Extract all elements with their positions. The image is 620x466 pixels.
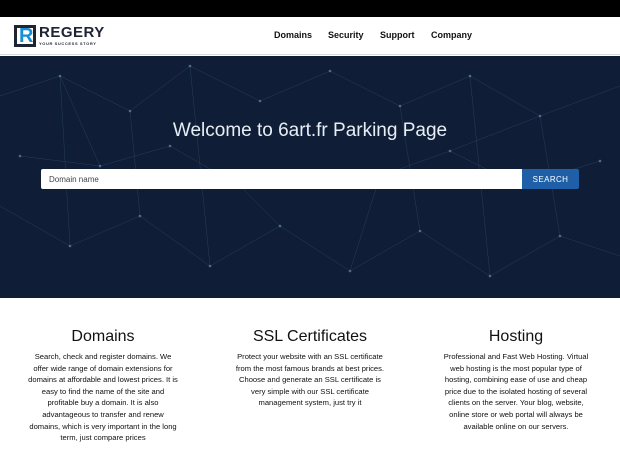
- feature-text: Protect your website with an SSL certifi…: [235, 352, 385, 408]
- features-section: Domains Search, check and register domai…: [0, 298, 620, 466]
- site-header: R REGERY YOUR SUCCESS STORY Domains Secu…: [0, 17, 620, 55]
- feature-hosting: Hosting Professional and Fast Web Hostin…: [441, 328, 591, 432]
- feature-title: Hosting: [488, 328, 544, 345]
- logo-icon: R: [14, 25, 36, 47]
- hero-section: Welcome to 6art.fr Parking Page SEARCH: [0, 56, 620, 298]
- brand-logo[interactable]: R REGERY YOUR SUCCESS STORY: [14, 25, 105, 49]
- domain-search-input[interactable]: [41, 169, 522, 189]
- feature-text: Professional and Fast Web Hosting. Virtu…: [443, 352, 589, 431]
- feature-title: Domains: [71, 328, 135, 345]
- search-button[interactable]: SEARCH: [522, 169, 579, 189]
- nav-support[interactable]: Support: [380, 30, 415, 40]
- brand-name: REGERY: [39, 24, 105, 41]
- domain-search-form: SEARCH: [41, 169, 579, 189]
- hero-title: Welcome to 6art.fr Parking Page: [172, 120, 448, 141]
- feature-ssl: SSL Certificates Protect your website wi…: [235, 328, 385, 409]
- feature-domains: Domains Search, check and register domai…: [28, 328, 178, 444]
- nav-security[interactable]: Security: [328, 30, 364, 40]
- feature-title: SSL Certificates: [252, 328, 368, 345]
- nav-domains[interactable]: Domains: [274, 30, 312, 40]
- nav-company[interactable]: Company: [431, 30, 472, 40]
- feature-text: Search, check and register domains. We o…: [28, 352, 178, 443]
- brand-tagline: YOUR SUCCESS STORY: [39, 41, 97, 46]
- top-black-bar: [0, 0, 620, 17]
